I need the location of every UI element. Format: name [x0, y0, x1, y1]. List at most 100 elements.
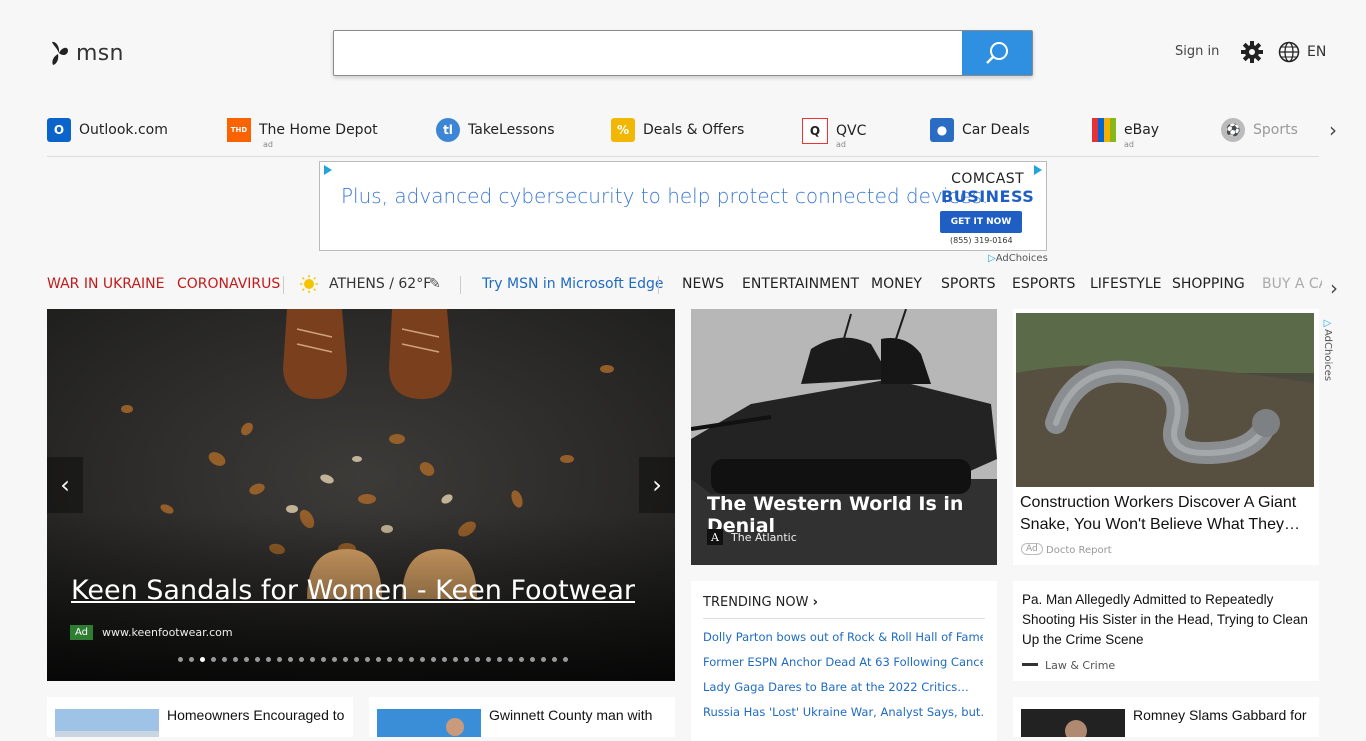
- carousel-dot[interactable]: [497, 657, 502, 662]
- ebay-icon: [1092, 118, 1116, 142]
- hero-prev-button[interactable]: ‹: [47, 457, 83, 513]
- carousel-dot[interactable]: [332, 657, 337, 662]
- nav-divider: [658, 276, 659, 294]
- quicklink-outlook[interactable]: O Outlook.com: [47, 118, 168, 142]
- carousel-dot[interactable]: [299, 657, 304, 662]
- card-title[interactable]: Construction Workers Discover A Giant Sn…: [1020, 492, 1310, 536]
- carousel-dot[interactable]: [563, 657, 568, 662]
- sign-in-link[interactable]: Sign in: [1175, 44, 1219, 59]
- carousel-dot[interactable]: [431, 657, 436, 662]
- quicklinks-next-icon[interactable]: ›: [1329, 118, 1337, 142]
- adchoices-icon: [1034, 165, 1042, 175]
- nav-next-icon[interactable]: ›: [1330, 276, 1338, 300]
- carousel-dot[interactable]: [277, 657, 282, 662]
- sponsored-card[interactable]: Construction Workers Discover A Giant Sn…: [1013, 309, 1319, 565]
- hero-next-button[interactable]: ›: [639, 457, 675, 513]
- carousel-dot[interactable]: [486, 657, 491, 662]
- carousel-dot[interactable]: [387, 657, 392, 662]
- quicklink-car-deals[interactable]: ● Car Deals: [930, 118, 1030, 142]
- carousel-dot[interactable]: [354, 657, 359, 662]
- carousel-dot[interactable]: [420, 657, 425, 662]
- adchoices-link[interactable]: ▷AdChoices: [1322, 318, 1333, 381]
- carousel-dot[interactable]: [552, 657, 557, 662]
- msn-logo[interactable]: msn: [48, 38, 124, 68]
- gear-icon[interactable]: [1240, 40, 1264, 64]
- tag-icon: %: [611, 118, 635, 142]
- nav-money[interactable]: MONEY: [871, 276, 922, 292]
- carousel-dot[interactable]: [310, 657, 315, 662]
- carousel-dot[interactable]: [222, 657, 227, 662]
- carousel-dot[interactable]: [453, 657, 458, 662]
- carousel-dot[interactable]: [541, 657, 546, 662]
- edit-pencil-icon[interactable]: ✎: [429, 276, 441, 292]
- carousel-dot[interactable]: [343, 657, 348, 662]
- nav-sports[interactable]: SPORTS: [941, 276, 996, 292]
- weather-location[interactable]: ATHENS / 62°F: [329, 276, 431, 292]
- get-it-now-button[interactable]: GET IT NOW: [940, 211, 1022, 233]
- news-card-bottom-1[interactable]: Homeowners Encouraged to: [47, 697, 353, 737]
- carousel-dot[interactable]: [398, 657, 403, 662]
- carousel-dot[interactable]: [519, 657, 524, 662]
- nav-buy-a-car[interactable]: BUY A CA: [1262, 276, 1322, 292]
- nav-esports[interactable]: ESPORTS: [1012, 276, 1075, 292]
- hero-carousel[interactable]: ‹ › Keen Sandals for Women - Keen Footwe…: [47, 309, 675, 681]
- banner-ad[interactable]: Plus, advanced cybersecurity to help pro…: [319, 161, 1047, 251]
- carousel-dot-active[interactable]: [200, 657, 205, 662]
- logo-text: msn: [76, 40, 124, 66]
- card-title[interactable]: Pa. Man Allegedly Admitted to Repeatedly…: [1022, 590, 1312, 650]
- search-button[interactable]: [962, 31, 1032, 75]
- carousel-dot[interactable]: [475, 657, 480, 662]
- trending-item[interactable]: Russia Has 'Lost' Ukraine War, Analyst S…: [703, 705, 983, 719]
- carousel-dot[interactable]: [233, 657, 238, 662]
- carousel-dot[interactable]: [508, 657, 513, 662]
- home-depot-icon: THD: [227, 118, 251, 142]
- quicklink-qvc[interactable]: Q QVC ad: [802, 118, 866, 149]
- news-card-bottom-3[interactable]: Romney Slams Gabbard for: [1013, 697, 1319, 737]
- carousel-dot[interactable]: [189, 657, 194, 662]
- nav-war-in-ukraine[interactable]: WAR IN UKRAINE: [47, 276, 165, 292]
- carousel-dot[interactable]: [266, 657, 271, 662]
- carousel-dot[interactable]: [211, 657, 216, 662]
- brand-line-2: BUSINESS: [941, 187, 1035, 206]
- quicklink-ebay[interactable]: eBay ad: [1092, 118, 1159, 149]
- trending-item[interactable]: Dolly Parton bows out of Rock & Roll Hal…: [703, 630, 983, 644]
- nav-news[interactable]: NEWS: [682, 276, 724, 292]
- carousel-dot[interactable]: [288, 657, 293, 662]
- nav-coronavirus[interactable]: CORONAVIRUS: [177, 276, 280, 292]
- quicklink-home-depot[interactable]: THD The Home Depot ad: [227, 118, 378, 149]
- nav-lifestyle[interactable]: LIFESTYLE: [1090, 276, 1161, 292]
- search-input[interactable]: [334, 31, 962, 75]
- language-selector[interactable]: EN: [1307, 44, 1326, 60]
- nav-entertainment[interactable]: ENTERTAINMENT: [742, 276, 859, 292]
- article-thumbnail: [1021, 709, 1125, 737]
- trending-item[interactable]: Lady Gaga Dares to Bare at the 2022 Crit…: [703, 680, 983, 694]
- carousel-dot[interactable]: [530, 657, 535, 662]
- carousel-dot[interactable]: [255, 657, 260, 662]
- try-msn-edge-link[interactable]: Try MSN in Microsoft Edge: [482, 276, 663, 292]
- carousel-dot[interactable]: [244, 657, 249, 662]
- carousel-dot[interactable]: [409, 657, 414, 662]
- news-card-atlantic[interactable]: The Western World Is in Denial A The Atl…: [691, 309, 997, 565]
- carousel-dot[interactable]: [365, 657, 370, 662]
- trending-item[interactable]: Former ESPN Anchor Dead At 63 Following …: [703, 655, 983, 669]
- news-card-bottom-2[interactable]: Gwinnett County man with: [369, 697, 675, 737]
- carousel-dot[interactable]: [178, 657, 183, 662]
- quicklink-label: TakeLessons: [468, 122, 555, 138]
- ad-label: ad: [263, 140, 273, 149]
- trending-heading[interactable]: TRENDING NOW ›: [703, 595, 818, 610]
- hero-title[interactable]: Keen Sandals for Women - Keen Footwear: [71, 575, 635, 606]
- quicklink-label: The Home Depot: [259, 122, 378, 138]
- adchoices-icon: [324, 165, 332, 175]
- quicklink-deals[interactable]: % Deals & Offers: [611, 118, 744, 142]
- carousel-dot[interactable]: [442, 657, 447, 662]
- news-card-law-crime[interactable]: Pa. Man Allegedly Admitted to Repeatedly…: [1013, 581, 1319, 681]
- adchoices-link[interactable]: ▷AdChoices: [988, 253, 1048, 264]
- carousel-dot[interactable]: [376, 657, 381, 662]
- carousel-dot[interactable]: [321, 657, 326, 662]
- sun-icon: [300, 275, 318, 297]
- quicklink-takelessons[interactable]: tl TakeLessons: [436, 118, 555, 142]
- quicklink-sports[interactable]: ⚽ Sports: [1221, 118, 1298, 142]
- globe-icon[interactable]: [1278, 41, 1300, 63]
- carousel-dot[interactable]: [464, 657, 469, 662]
- nav-shopping[interactable]: SHOPPING: [1172, 276, 1245, 292]
